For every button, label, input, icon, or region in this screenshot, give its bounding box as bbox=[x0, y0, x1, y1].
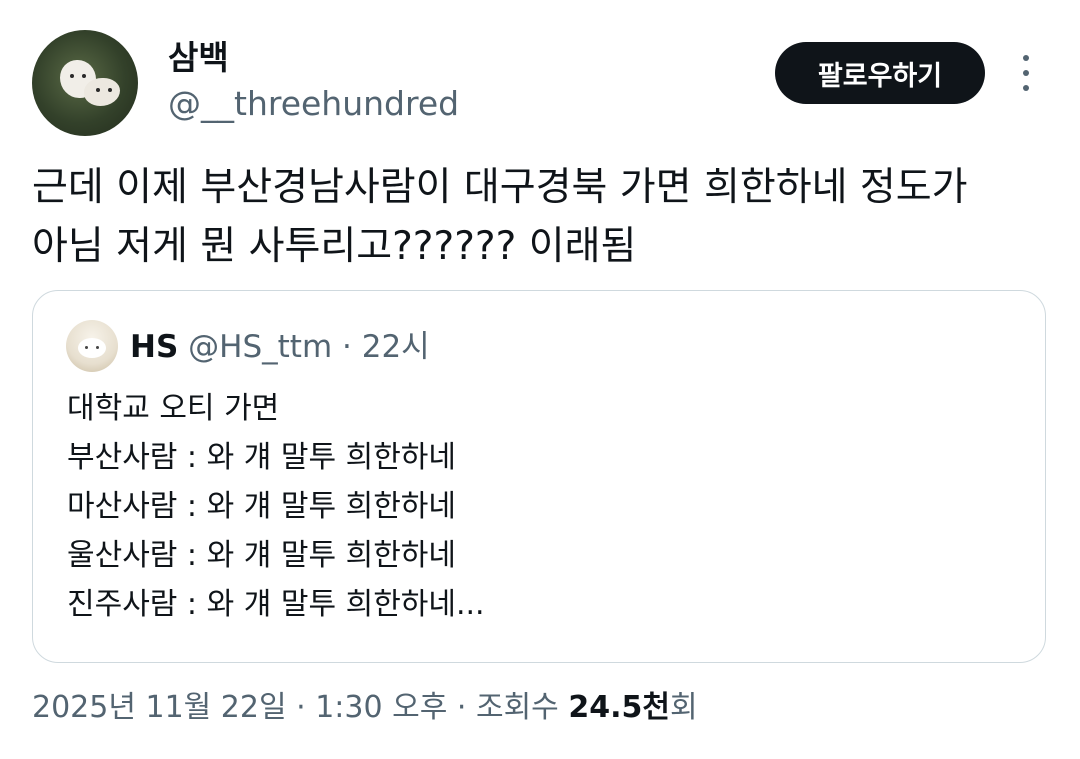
quoted-author-avatar bbox=[66, 320, 118, 372]
views-suffix: 회 bbox=[669, 690, 698, 725]
tweet-line: 근데 이제 부산경남사람이 대구경북 가면 희한하네 정도가 bbox=[32, 165, 968, 210]
quoted-line: 울산사람 : 와 걔 말투 희한하네 bbox=[67, 538, 456, 573]
dog-eye bbox=[70, 74, 74, 78]
quoted-author-name: HS bbox=[130, 329, 179, 365]
tweet-line: 아님 저게 뭔 사투리고?????? 이래됨 bbox=[32, 224, 637, 269]
quoted-line: 마산사람 : 와 걔 말투 희한하네 bbox=[67, 489, 456, 524]
more-vertical-icon[interactable] bbox=[1014, 55, 1038, 91]
tweet-date[interactable]: 2025년 11월 22일 bbox=[32, 690, 287, 725]
quoted-tweet-header: HS @HS_ttm · 22시 bbox=[130, 321, 430, 373]
tweet-time[interactable]: 1:30 오후 bbox=[315, 690, 447, 725]
author-display-name[interactable]: 삼백 bbox=[168, 36, 229, 80]
views-count: 24.5천 bbox=[568, 690, 670, 725]
separator-dot: · bbox=[456, 690, 467, 725]
author-handle[interactable]: @__threehundred bbox=[168, 82, 459, 126]
quoted-tweet-time: 22시 bbox=[361, 329, 430, 365]
separator-dot: · bbox=[296, 690, 306, 725]
dog-eye bbox=[96, 88, 100, 92]
views-label: 조회수 bbox=[475, 690, 559, 725]
quoted-tweet-text: 대학교 오티 가면 부산사람 : 와 걔 말투 희한하네 마산사람 : 와 걔 … bbox=[67, 384, 485, 629]
quoted-line: 부산사람 : 와 걔 말투 희한하네 bbox=[67, 440, 456, 475]
author-avatar[interactable] bbox=[32, 30, 138, 136]
quoted-line: 대학교 오티 가면 bbox=[67, 391, 280, 426]
tweet-text: 근데 이제 부산경남사람이 대구경북 가면 희한하네 정도가 아님 저게 뭔 사… bbox=[32, 158, 1042, 276]
quoted-line: 진주사람 : 와 걔 말투 희한하네... bbox=[67, 587, 485, 622]
tweet-metadata: 2025년 11월 22일 · 1:30 오후 · 조회수 24.5천회 bbox=[32, 682, 698, 734]
dog-eye bbox=[108, 88, 112, 92]
quoted-tweet-card[interactable]: HS @HS_ttm · 22시 대학교 오티 가면 부산사람 : 와 걔 말투… bbox=[32, 290, 1046, 663]
dog-shape bbox=[84, 78, 120, 106]
dog-eye bbox=[82, 74, 86, 78]
follow-button[interactable]: 팔로우하기 bbox=[775, 42, 985, 104]
separator-dot: · bbox=[342, 329, 352, 365]
quoted-author-handle: @HS_ttm bbox=[188, 329, 333, 365]
